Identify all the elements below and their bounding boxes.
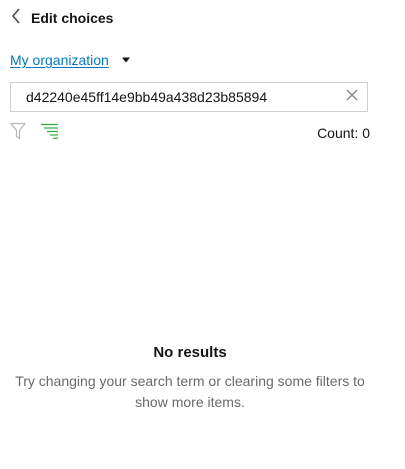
page-title: Edit choices	[31, 10, 114, 26]
close-icon	[346, 88, 358, 106]
search-box	[10, 82, 368, 112]
chevron-left-icon	[11, 7, 21, 29]
search-input[interactable]	[11, 83, 337, 111]
scope-link[interactable]: My organization	[10, 52, 109, 68]
scope-dropdown[interactable]: My organization	[10, 52, 131, 68]
empty-state-title: No results	[153, 344, 227, 361]
filter-button[interactable]	[10, 122, 26, 145]
results-toolbar: Count: 0	[10, 122, 370, 145]
caret-down-icon[interactable]	[121, 55, 131, 65]
sort-button[interactable]	[40, 123, 60, 144]
result-count: Count: 0	[317, 125, 370, 141]
back-button[interactable]	[8, 7, 24, 29]
empty-state: No results Try changing your search term…	[0, 344, 380, 413]
clear-search-button[interactable]	[337, 83, 367, 111]
header: Edit choices	[8, 7, 114, 29]
filter-icon	[10, 122, 26, 145]
sort-list-icon	[41, 123, 59, 144]
empty-state-message: Try changing your search term or clearin…	[15, 373, 365, 410]
